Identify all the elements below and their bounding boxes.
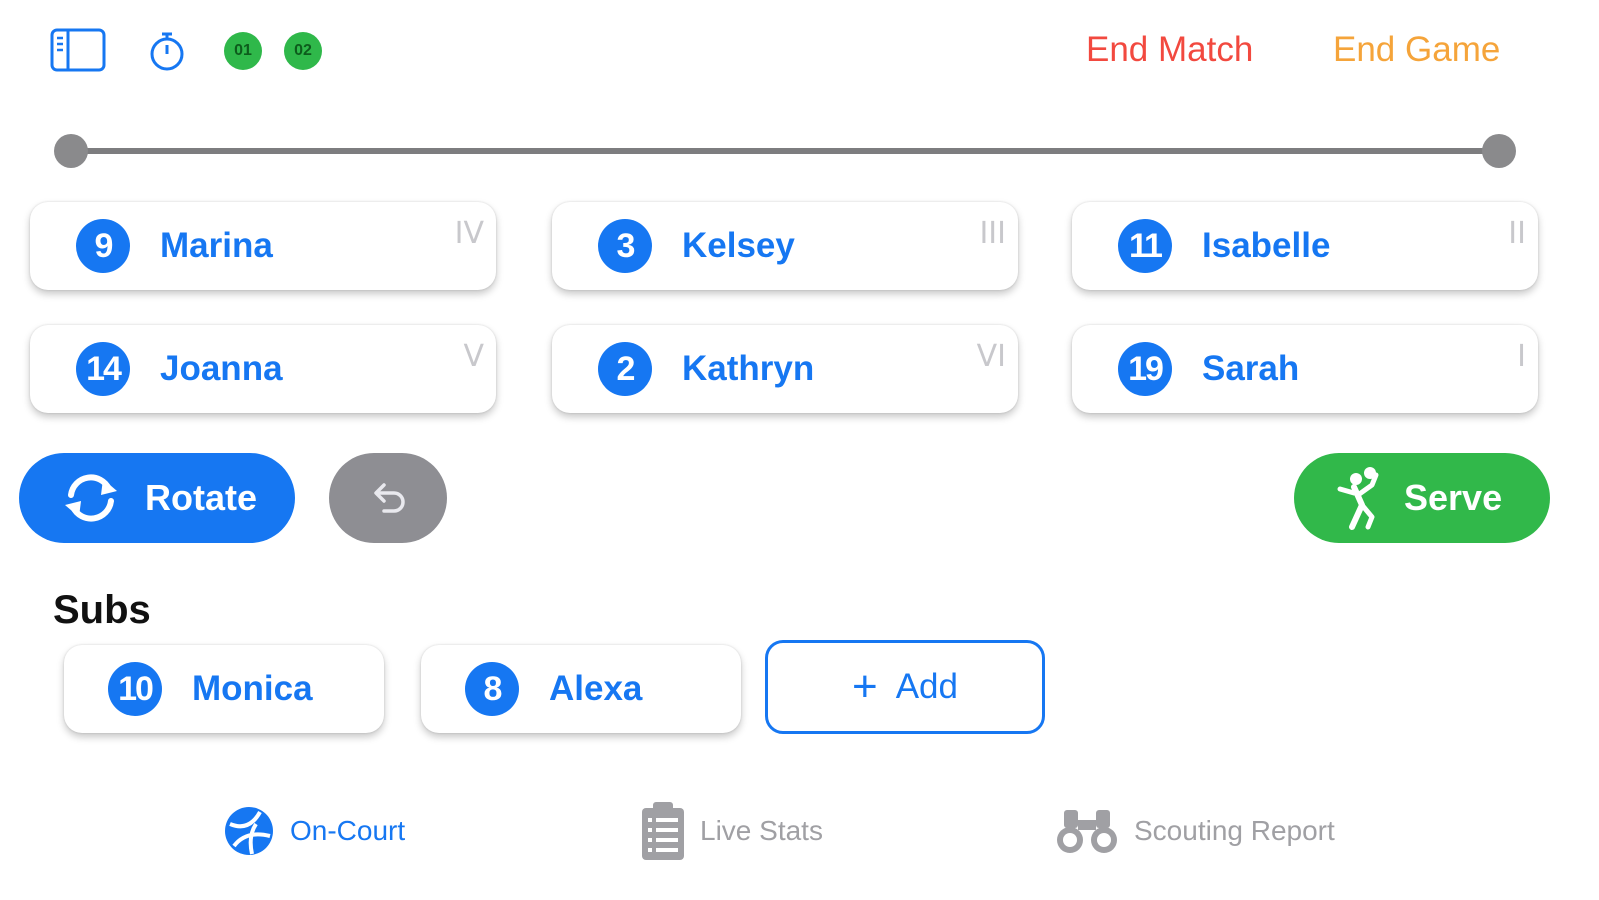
rotate-label: Rotate [145,477,258,518]
slider-end-handle[interactable] [1482,134,1516,168]
player-number: 9 [76,219,130,273]
end-game-button[interactable]: End Game [1333,30,1500,70]
binoculars-icon [1054,806,1120,856]
player-name: Kelsey [682,226,795,265]
tab-label: Scouting Report [1134,815,1335,846]
timeout-badge-1[interactable]: 01 [224,32,262,70]
sub-player-card[interactable]: 8 Alexa [421,645,741,733]
court-player-card[interactable]: 2 Kathryn VI [552,325,1018,413]
rotate-arrows-icon [59,469,123,527]
rotation-label: III [979,216,1006,251]
serve-button[interactable]: Serve [1294,453,1550,543]
sub-player-card[interactable]: 10 Monica [64,645,384,733]
rotate-button[interactable]: Rotate [19,453,295,543]
tab-label: Live Stats [700,815,823,846]
slider-start-handle[interactable] [54,134,88,168]
subs-heading: Subs [53,588,151,632]
undo-arrow-icon [368,481,408,515]
end-match-button[interactable]: End Match [1086,30,1253,70]
player-number: 19 [1118,342,1172,396]
add-label: Add [895,667,958,706]
player-number: 8 [465,662,519,716]
court-player-card[interactable]: 3 Kelsey III [552,202,1018,290]
tab-on-court[interactable]: On-Court [222,800,405,862]
player-name: Sarah [1202,349,1300,388]
serve-label: Serve [1404,477,1503,518]
player-name: Joanna [160,349,283,388]
rotation-label: VI [976,339,1006,374]
player-name: Alexa [549,669,643,708]
player-number: 10 [108,662,162,716]
plus-icon: + [852,662,878,711]
add-sub-button[interactable]: + Add [765,640,1045,734]
court-player-card[interactable]: 11 Isabelle II [1072,202,1538,290]
player-number: 3 [598,219,652,273]
court-player-card[interactable]: 9 Marina IV [30,202,496,290]
player-number: 11 [1118,219,1172,273]
court-player-card[interactable]: 19 Sarah I [1072,325,1538,413]
undo-button[interactable] [329,453,447,543]
rotation-label: IV [454,216,484,251]
range-slider[interactable] [54,134,1516,168]
player-name: Marina [160,226,273,265]
court-player-card[interactable]: 14 Joanna V [30,325,496,413]
stopwatch-icon[interactable] [146,30,188,72]
sidebar-toggle-icon[interactable] [50,28,106,72]
clipboard-icon [640,800,686,862]
rotation-label: V [463,339,484,374]
tab-live-stats[interactable]: Live Stats [640,800,823,862]
volleyball-player-icon [1332,465,1384,531]
player-name: Kathryn [682,349,815,388]
tab-scouting-report[interactable]: Scouting Report [1054,800,1335,862]
rotation-label: II [1508,216,1526,251]
rotation-label: I [1517,339,1526,374]
tab-label: On-Court [290,815,406,846]
player-number: 2 [598,342,652,396]
player-name: Isabelle [1202,226,1331,265]
slider-track [70,148,1500,154]
player-number: 14 [76,342,130,396]
volleyball-icon [222,804,276,858]
player-name: Monica [192,669,313,708]
timeout-badge-2[interactable]: 02 [284,32,322,70]
